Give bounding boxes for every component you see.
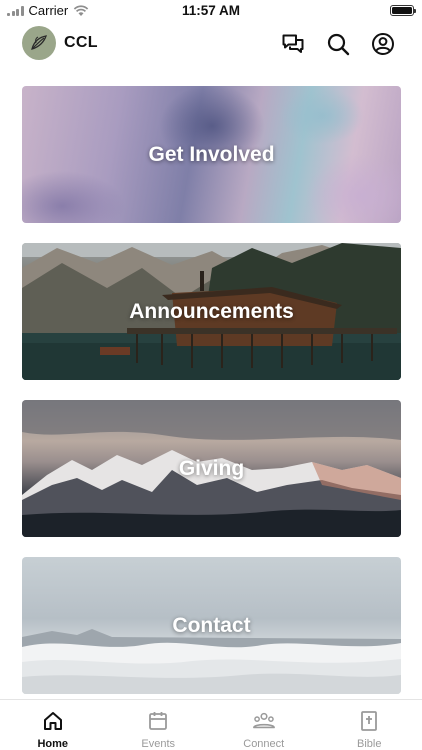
card-label: Giving bbox=[178, 456, 245, 480]
tab-bar: Home Events Connect Bible bbox=[0, 699, 422, 750]
battery-icon bbox=[390, 5, 416, 16]
tab-events[interactable]: Events bbox=[106, 700, 212, 750]
contact-card[interactable]: Contact bbox=[22, 557, 401, 694]
tab-home[interactable]: Home bbox=[0, 700, 106, 750]
church-logo[interactable] bbox=[22, 26, 56, 60]
leaf-logo-icon bbox=[31, 35, 47, 50]
tab-label: Events bbox=[141, 738, 176, 750]
profile-icon[interactable] bbox=[370, 31, 396, 57]
status-bar: Carrier 11:57 AM bbox=[0, 0, 422, 22]
status-time: 11:57 AM bbox=[181, 3, 241, 18]
announcements-card[interactable]: Announcements bbox=[22, 243, 401, 380]
group-icon bbox=[252, 709, 276, 733]
card-label: Announcements bbox=[129, 299, 294, 323]
search-icon[interactable] bbox=[325, 31, 351, 57]
tab-label: Connect bbox=[243, 738, 285, 750]
app-header: CCL bbox=[0, 25, 422, 63]
get-involved-card[interactable]: Get Involved bbox=[22, 86, 401, 223]
home-icon bbox=[41, 709, 65, 733]
bible-icon bbox=[357, 709, 381, 733]
tab-label: Bible bbox=[357, 738, 382, 750]
calendar-icon bbox=[146, 709, 170, 733]
chat-icon[interactable] bbox=[280, 31, 306, 57]
giving-card[interactable]: Giving bbox=[22, 400, 401, 537]
card-label: Get Involved bbox=[148, 142, 275, 166]
card-label: Contact bbox=[172, 613, 251, 637]
tab-bible[interactable]: Bible bbox=[317, 700, 422, 750]
app-title: CCL bbox=[64, 34, 98, 51]
tab-connect[interactable]: Connect bbox=[211, 700, 317, 750]
tab-label: Home bbox=[37, 738, 69, 750]
